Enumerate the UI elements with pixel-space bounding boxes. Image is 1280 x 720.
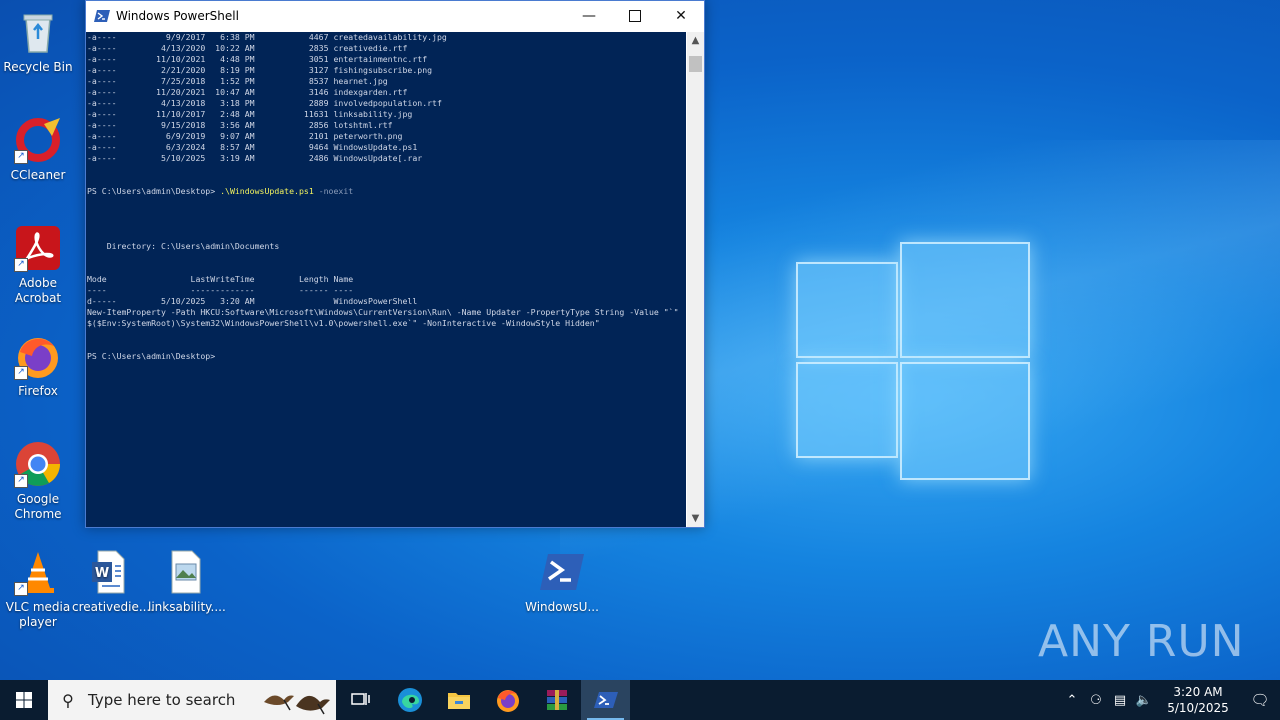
taskbar-search-box[interactable]: ⚲ Type here to search: [48, 680, 336, 720]
taskbar-file-explorer[interactable]: [434, 680, 483, 720]
system-tray: ⌃ ⚆ ▤ 🔈 3:20 AM 5/10/2025 🗨: [1060, 680, 1280, 720]
powershell-script-icon: [538, 548, 586, 596]
network-icon[interactable]: ▤: [1108, 693, 1132, 708]
scrollbar-thumb[interactable]: [689, 56, 702, 72]
desktop-icon-ccleaner[interactable]: ↗ CCleaner: [0, 116, 76, 183]
image-file-icon: [162, 548, 210, 596]
powershell-icon: [94, 10, 110, 22]
desktop-icon-label: Recycle Bin: [3, 60, 73, 74]
console-command: .\WindowsUpdate.ps1: [220, 186, 314, 196]
desktop-icon-windowsupdate[interactable]: WindowsU...: [524, 548, 600, 615]
desktop-icon-label: Firefox: [18, 384, 58, 398]
taskbar-winrar[interactable]: [532, 680, 581, 720]
windows-start-icon: [16, 692, 32, 708]
task-view-icon: [350, 693, 370, 705]
minimize-icon: —: [582, 8, 596, 24]
powershell-icon: [593, 692, 618, 708]
scroll-up-icon[interactable]: ▲: [687, 32, 704, 49]
word-document-icon: W: [86, 548, 134, 596]
desktop-icon-recycle-bin[interactable]: Recycle Bin: [0, 8, 76, 75]
winrar-icon: [546, 690, 567, 710]
firefox-icon: ↗: [14, 332, 62, 380]
notification-icon[interactable]: 🗨: [1240, 691, 1280, 709]
minimize-button[interactable]: —: [566, 1, 612, 31]
scroll-down-icon[interactable]: ▼: [687, 510, 704, 527]
start-button[interactable]: [0, 680, 48, 720]
firefox-icon: [496, 690, 519, 712]
taskbar-firefox[interactable]: [483, 680, 532, 720]
adobe-acrobat-icon: ↗: [14, 224, 62, 272]
desktop-icon-label: creativedie....: [72, 600, 155, 614]
desktop-icon-label: WindowsU...: [525, 600, 599, 614]
ccleaner-icon: ↗: [14, 116, 62, 164]
edge-icon: [397, 688, 422, 712]
desktop-icon-creativedie[interactable]: W creativedie....: [72, 548, 155, 615]
close-icon: ✕: [675, 8, 687, 24]
clock-time: 3:20 AM: [1173, 685, 1223, 699]
window-titlebar[interactable]: Windows PowerShell — ✕: [86, 1, 704, 31]
console-text: -a---- 9/9/2017 6:38 PM 4467 createdavai…: [87, 32, 679, 361]
console-command-args: -noexit: [313, 186, 354, 196]
taskbar-clock[interactable]: 3:20 AM 5/10/2025: [1156, 684, 1240, 716]
maximize-icon: [629, 10, 641, 22]
desktop-icon-google-chrome[interactable]: ↗ Google Chrome: [0, 440, 76, 522]
recycle-bin-icon: [14, 8, 62, 56]
close-button[interactable]: ✕: [658, 1, 704, 31]
task-view-button[interactable]: [336, 680, 385, 720]
desktop-icon-label: CCleaner: [10, 168, 66, 182]
watermark-text: ANY RUN: [1038, 615, 1245, 667]
volume-icon[interactable]: 🔈: [1132, 693, 1156, 708]
maximize-button[interactable]: [612, 1, 658, 31]
meet-now-icon[interactable]: ⚆: [1084, 693, 1108, 708]
chevron-up-icon[interactable]: ⌃: [1060, 693, 1084, 708]
search-placeholder: Type here to search: [88, 691, 236, 709]
vlc-cone-icon: ↗: [14, 548, 62, 596]
search-highlight-birds-icon: [264, 695, 330, 715]
desktop-icon-label: VLC media player: [5, 600, 71, 629]
folder-icon: [447, 693, 470, 709]
desktop-icon-vlc[interactable]: ↗ VLC media player: [0, 548, 76, 630]
desktop-icon-label: linksability....: [148, 600, 226, 614]
console-scrollbar[interactable]: ▲ ▼: [687, 32, 704, 527]
desktop-icon-label: Google Chrome: [14, 492, 62, 521]
windows-wallpaper-logo: [796, 242, 1030, 480]
search-icon: ⚲: [62, 690, 74, 710]
taskbar-edge[interactable]: [385, 680, 434, 720]
window-title: Windows PowerShell: [116, 9, 239, 23]
google-chrome-icon: ↗: [14, 440, 62, 488]
svg-text:W: W: [95, 566, 109, 581]
desktop-icon-linksability[interactable]: linksability....: [148, 548, 226, 615]
powershell-window[interactable]: Windows PowerShell — ✕ -a---- 9/9/2017 6…: [85, 0, 705, 528]
desktop-icon-adobe-acrobat[interactable]: ↗ Adobe Acrobat: [0, 224, 76, 306]
taskbar-powershell[interactable]: [581, 680, 630, 720]
console-prompt: PS C:\Users\admin\Desktop>: [87, 186, 221, 196]
desktop-icon-label: Adobe Acrobat: [14, 276, 62, 305]
anyrun-watermark: ANY RUN: [1038, 606, 1245, 676]
desktop-icon-firefox[interactable]: ↗ Firefox: [0, 332, 76, 399]
taskbar: ⚲ Type here to search ⌃ ⚆ ▤ 🔈 3:20 AM 5/…: [0, 680, 1280, 720]
clock-date: 5/10/2025: [1167, 701, 1229, 715]
console-output[interactable]: -a---- 9/9/2017 6:38 PM 4467 createdavai…: [86, 32, 686, 527]
